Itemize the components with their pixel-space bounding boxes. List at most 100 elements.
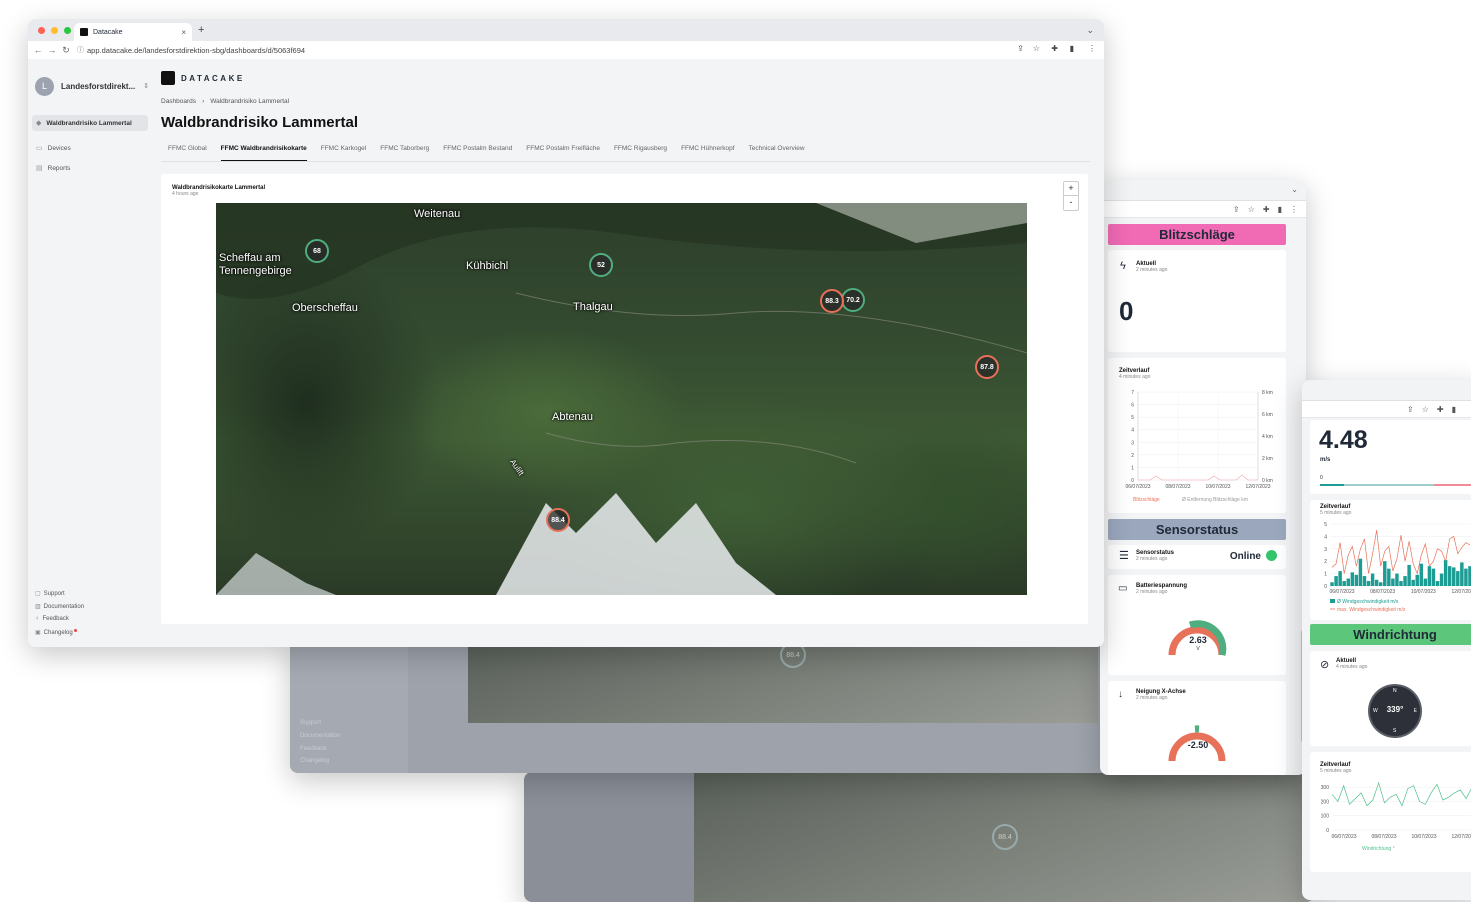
chevron-down-icon[interactable]: ⌄ (1086, 25, 1094, 36)
sidebar-item-devices[interactable]: ▭ Devices (36, 144, 71, 153)
wind-compass: N S E W 339° (1370, 686, 1420, 736)
book-icon: ▥ (35, 604, 41, 610)
share-icon[interactable]: ⇪ (1407, 405, 1414, 414)
wind-avg-bar (1452, 567, 1456, 586)
map-place-label: Thalgau (573, 301, 613, 313)
tab-4[interactable]: FFMC Taborberg (380, 145, 429, 161)
card-time: 2 minutes ago (1136, 556, 1168, 562)
tab-8[interactable]: FFMC Hühnerkopf (681, 145, 734, 161)
wind-avg-bar (1350, 572, 1355, 586)
y-tick-label: 200 (1321, 799, 1330, 805)
y2-tick-label: 2 km (1262, 456, 1273, 462)
sidebar-link-support[interactable]: ▢ Support (35, 590, 65, 598)
tab-2[interactable]: FFMC Waldbrandrisikokarte (220, 145, 307, 161)
tab-9[interactable]: Technical Overview (749, 145, 805, 161)
map-cluster-marker[interactable]: 68 (305, 239, 329, 263)
arrow-down-icon: ↓ (1118, 689, 1123, 700)
wind-speed-bar (1320, 484, 1471, 486)
wind-direction-line (1331, 781, 1471, 807)
wind-avg-bar (1427, 566, 1432, 586)
sidebar-item-dashboard[interactable]: ◆ Waldbrandrisiko Lammertal (32, 115, 148, 131)
y-tick-label: 7 (1131, 390, 1134, 396)
map-cluster-marker[interactable]: 52 (589, 253, 613, 277)
satellite-map[interactable]: Weitenau Scheffau am Tennengebirge Kühbi… (216, 203, 1027, 595)
star-icon[interactable]: ☆ (1248, 205, 1255, 214)
sidebar-item-label: Reports (47, 164, 71, 172)
wind-avg-bar (1435, 581, 1440, 586)
extensions-icon[interactable]: ✚ (1051, 44, 1058, 53)
wind-avg-bar (1399, 581, 1403, 586)
forward-icon[interactable]: → (45, 45, 59, 55)
close-tab-icon[interactable]: × (181, 28, 186, 37)
legend-entry: Ø Windgeschwindigkeit m/s (1337, 599, 1399, 605)
breadcrumb-separator: › (202, 98, 205, 105)
x-tick-label: 10/07/2023 (1411, 589, 1436, 595)
y-tick-label: 100 (1321, 814, 1330, 820)
back-icon[interactable]: ← (31, 45, 45, 55)
map-cluster-marker[interactable]: 87.8 (975, 355, 999, 379)
tab-5[interactable]: FFMC Postalm Bestand (443, 145, 512, 161)
map-place-label: Weitenau (414, 208, 461, 220)
card-time: 2 minutes ago (1136, 589, 1168, 595)
extensions-icon[interactable]: ✚ (1437, 405, 1444, 414)
wind-avg-bar (1374, 579, 1379, 586)
workspace-switcher[interactable]: L Landesforstdirekt... ⇕ (35, 76, 155, 96)
map-place-label: Abtenau (552, 411, 593, 423)
tab-6[interactable]: FFMC Postalm Freifläche (526, 145, 600, 161)
y-tick-label: 1 (1131, 465, 1134, 471)
wind-avg-bar (1387, 568, 1391, 586)
tab-3[interactable]: FFMC Karkogel (321, 145, 367, 161)
breadcrumb-root[interactable]: Dashboards (161, 98, 196, 105)
minimize-window-button[interactable] (51, 27, 58, 34)
sidebar-link-documentation[interactable]: ▥ Documentation (35, 603, 84, 611)
wind-avg-bar (1403, 576, 1407, 586)
sidepanel-icon[interactable]: ▮ (1452, 405, 1456, 414)
sidepanel-icon[interactable]: ▮ (1070, 44, 1074, 53)
y-tick-label: 3 (1324, 547, 1327, 553)
star-icon[interactable]: ☆ (1033, 44, 1040, 53)
close-window-button[interactable] (38, 27, 45, 34)
star-icon[interactable]: ☆ (1422, 405, 1429, 414)
wind-avg-bar (1378, 582, 1383, 586)
map-cluster-marker[interactable]: 88.3 (820, 289, 844, 313)
wind-avg-bar (1362, 576, 1367, 586)
background-link: Changelog (300, 758, 330, 764)
tab-7[interactable]: FFMC Rigausberg (614, 145, 667, 161)
menu-icon[interactable]: ⋮ (1088, 44, 1096, 53)
new-tab-button[interactable]: + (198, 24, 204, 36)
wind-avg-bar (1338, 571, 1342, 586)
sidebar-link-changelog[interactable]: ▣ Changelog (35, 629, 77, 636)
background-map: 88.4 (694, 772, 1314, 902)
menu-icon[interactable]: ⋮ (1290, 205, 1298, 214)
extensions-icon[interactable]: ✚ (1263, 205, 1270, 214)
zoom-in-button[interactable]: + (1064, 182, 1078, 196)
tab-1[interactable]: FFMC Global (168, 145, 207, 161)
y-tick-label: 0 (1324, 584, 1327, 590)
browser-tab[interactable]: Datacake × (74, 23, 192, 41)
info-icon[interactable]: ⓘ (77, 45, 84, 55)
zoom-out-button[interactable]: - (1064, 196, 1078, 209)
wind-speed-card: 4.48 m/s 0 (1310, 420, 1471, 494)
zoom-controls: + - (1063, 181, 1079, 211)
map-cluster-marker[interactable]: 88.4 (546, 508, 570, 532)
wind-avg-bar (1447, 566, 1452, 586)
lightning-history-card: Zeitverlauf 4 minutes ago 765432108 km 6 … (1108, 358, 1286, 513)
wind-history-card: Zeitverlauf 5 minutes ago 5 4 3 2 1 0 06/07/20… (1310, 500, 1471, 620)
maximize-window-button[interactable] (64, 27, 71, 34)
y2-tick-label: 8 km (1262, 390, 1273, 396)
sidebar-item-reports[interactable]: ▤ Reports (36, 164, 71, 173)
chevron-down-icon[interactable]: ⌄ (1291, 185, 1298, 194)
x-tick-label: 08/07/2023 (1165, 484, 1190, 490)
reload-icon[interactable]: ↻ (59, 45, 73, 56)
sidebar-link-feedback[interactable]: ♀ Feedback (35, 616, 69, 622)
url-field[interactable]: app.datacake.de/landesforstdirektion-sbg… (87, 46, 305, 55)
address-bar: ← → ↻ ⓘ app.datacake.de/landesforstdirek… (28, 41, 1104, 60)
share-icon[interactable]: ⇪ (1233, 205, 1240, 214)
wind-avg-bar (1366, 581, 1371, 586)
share-icon[interactable]: ⇪ (1017, 44, 1024, 53)
map-place-label: Scheffau am Tennengebirge (219, 252, 292, 277)
map-cluster-marker[interactable]: 70.2 (841, 288, 865, 312)
status-dot (1266, 550, 1277, 561)
datacake-favicon (80, 28, 88, 36)
sidepanel-icon[interactable]: ▮ (1278, 205, 1282, 214)
